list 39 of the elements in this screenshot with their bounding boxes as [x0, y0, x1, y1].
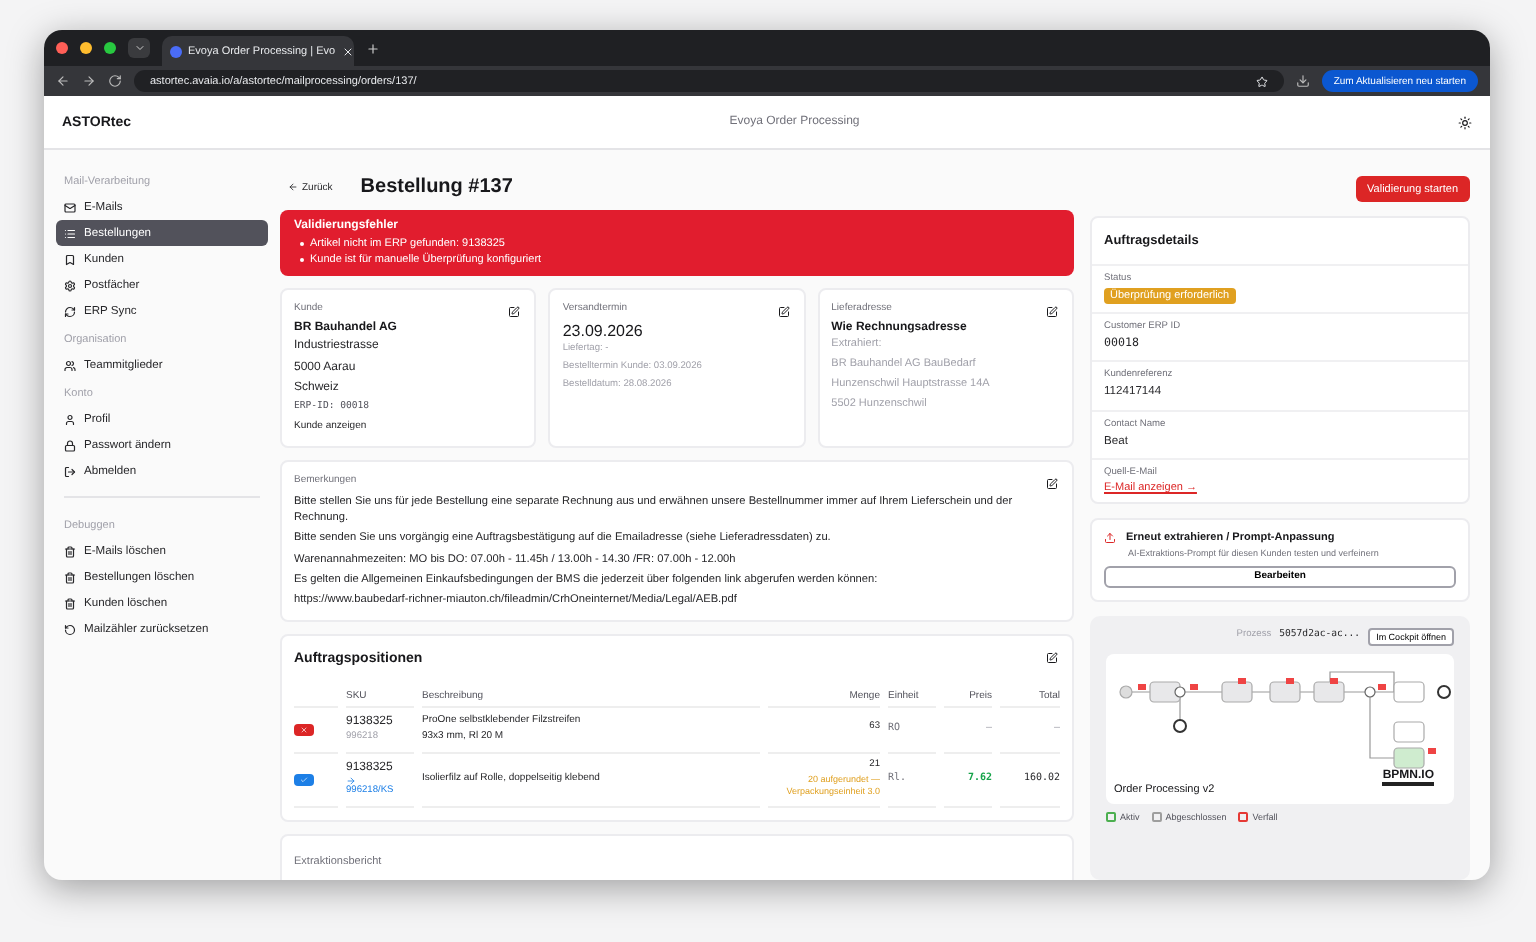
minimize-window-icon[interactable]	[80, 42, 92, 54]
sidebar-item-icon	[64, 359, 76, 371]
sidebar-item-icon	[64, 623, 76, 635]
forward-icon[interactable]	[82, 74, 96, 88]
close-window-icon[interactable]	[56, 42, 68, 54]
tab-list-button[interactable]	[128, 38, 150, 58]
sidebar-item-icon	[64, 545, 76, 557]
favicon	[170, 45, 182, 57]
edit-icon[interactable]	[1046, 478, 1058, 491]
sidebar-item-icon	[64, 279, 76, 291]
bookmark-star-icon[interactable]	[1255, 75, 1268, 87]
sidebar-item-icon	[64, 201, 76, 213]
x-badge-icon	[294, 723, 314, 736]
page-title: Bestellung #137	[360, 176, 513, 198]
close-tab-icon[interactable]	[341, 45, 354, 57]
sidebar-item-icon	[64, 571, 76, 583]
edit-icon[interactable]	[508, 306, 521, 318]
chevron-down-icon	[133, 42, 145, 54]
arrow-right-icon	[346, 776, 356, 787]
maximize-window-icon[interactable]	[104, 42, 116, 54]
sidebar-item-icon	[64, 413, 76, 425]
reload-icon[interactable]	[108, 74, 122, 88]
theme-toggle-icon[interactable]	[1458, 115, 1472, 129]
download-icon[interactable]	[1295, 74, 1310, 88]
back-icon[interactable]	[56, 74, 70, 88]
new-tab-icon[interactable]	[366, 41, 380, 55]
sidebar-item-icon	[64, 439, 76, 451]
sidebar-item-icon	[64, 465, 76, 477]
sidebar-item-icon	[64, 305, 76, 317]
sidebar-item-icon	[64, 253, 76, 265]
arrow-left-icon	[288, 182, 298, 192]
shipping-date: 23.09.2026	[562, 322, 645, 340]
edit-icon[interactable]	[777, 306, 790, 318]
edit-icon[interactable]	[1045, 306, 1058, 318]
check-badge-icon	[294, 773, 314, 786]
upload-arrow-icon	[1104, 532, 1116, 545]
edit-icon[interactable]	[1046, 651, 1058, 664]
sidebar-item-icon	[64, 227, 76, 239]
sidebar-item-icon	[64, 597, 76, 609]
